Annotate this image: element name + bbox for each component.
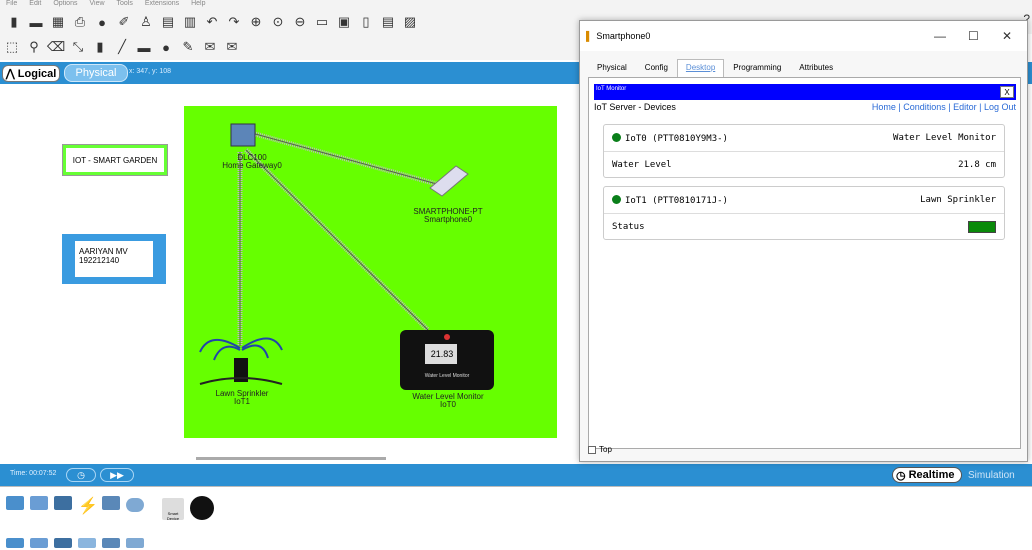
time-bar: [0, 464, 1032, 486]
device-name: IoT1 (PTT0810171J-): [625, 195, 728, 206]
iot-close-button[interactable]: X: [1000, 86, 1014, 98]
end-devices-icon[interactable]: [30, 496, 48, 510]
property-label: Status: [612, 221, 645, 232]
smartphone-icon: [429, 165, 469, 197]
palette-row2-icon-5[interactable]: [102, 538, 120, 548]
phone-label: SMARTPHONE-PT Smartphone0: [408, 208, 488, 224]
minimize-icon: —: [934, 29, 946, 43]
device-header-iot0[interactable]: IoT0 (PTT0810Y9M3-) Water Level Monitor: [604, 125, 1004, 151]
gateway-icon: [230, 123, 256, 147]
device-property-row: Water Level 21.8 cm: [604, 151, 1004, 177]
desktop-panel: IoT Monitor X IoT Server - Devices Home …: [588, 77, 1021, 449]
phone-name: Smartphone0: [423, 215, 473, 224]
time-readout: Time: 00:07:52: [10, 470, 57, 477]
fast-forward-button[interactable]: ▶▶: [100, 468, 134, 482]
smart-device-icon[interactable]: Smart Device: [162, 498, 184, 521]
phone-app-icon: ▌: [586, 31, 593, 41]
device-card-iot0: IoT0 (PTT0810Y9M3-) Water Level Monitor …: [603, 124, 1005, 178]
maximize-button[interactable]: ☐: [968, 29, 979, 43]
gateway-label: DLC100 Home Gateway0: [222, 154, 282, 170]
palette-row2-icon-2[interactable]: [30, 538, 48, 548]
tab-physical-dlg[interactable]: Physical: [588, 59, 636, 77]
smartphone-dialog: ▌ Smartphone0 — ☐ ✕ Physical Config Desk…: [579, 20, 1028, 462]
tab-attributes[interactable]: Attributes: [790, 59, 842, 77]
iot-monitor-title: IoT Monitor: [596, 86, 627, 92]
monitor-screen-label: Water Level Monitor: [424, 373, 470, 379]
misc-icon[interactable]: [102, 496, 120, 510]
iot-subheader: IoT Server - Devices Home | Conditions |…: [594, 102, 1016, 112]
connections-icon[interactable]: ⚡: [78, 496, 98, 515]
horizontal-scrollbar[interactable]: [196, 457, 386, 460]
iot-monitor-header: IoT Monitor X: [594, 84, 1016, 100]
top-checkbox-row[interactable]: Top: [588, 445, 612, 454]
smart-device-label: Smart Device: [166, 511, 180, 521]
components-icon[interactable]: [54, 496, 72, 510]
property-value: 21.8 cm: [958, 159, 996, 170]
tab-desktop[interactable]: Desktop: [676, 59, 725, 77]
realtime-button[interactable]: ◷ Realtime: [892, 467, 962, 483]
top-label: Top: [599, 445, 612, 454]
clock-icon: ◷: [77, 469, 85, 480]
tab-programming[interactable]: Programming: [724, 59, 790, 77]
iot-server-title: IoT Server - Devices: [594, 102, 676, 112]
device-circle-icon[interactable]: [190, 496, 214, 520]
sprinkler-status-indicator[interactable]: [968, 220, 996, 233]
palette-row2-icon-3[interactable]: [54, 538, 72, 548]
gateway-name: Home Gateway0: [222, 161, 282, 170]
close-button[interactable]: ✕: [1002, 29, 1012, 43]
device-header-iot1[interactable]: IoT1 (PTT0810171J-) Lawn Sprinkler: [604, 187, 1004, 213]
network-devices-icon[interactable]: [6, 496, 24, 510]
status-dot-icon: [612, 132, 621, 142]
dialog-tabs: Physical Config Desktop Programming Attr…: [588, 59, 842, 77]
device-palette: [0, 486, 1032, 550]
tab-config[interactable]: Config: [636, 59, 677, 77]
palette-row2-icon-4[interactable]: [78, 538, 96, 548]
property-label: Water Level: [612, 159, 672, 170]
top-checkbox[interactable]: [588, 445, 596, 454]
fast-forward-icon: ▶▶: [110, 469, 124, 480]
close-icon: ✕: [1002, 29, 1013, 43]
cloud-icon[interactable]: [126, 498, 144, 512]
iot-nav-links[interactable]: Home | Conditions | Editor | Log Out: [872, 102, 1016, 112]
monitor-screen-value: 21.83: [430, 349, 454, 359]
sprinkler-label: Lawn Sprinkler IoT1: [206, 390, 278, 406]
power-cycle-button[interactable]: ◷: [66, 468, 96, 482]
palette-row2-icon-6[interactable]: [126, 538, 144, 548]
minimize-button[interactable]: —: [934, 29, 946, 43]
sprinkler-icon: [199, 337, 283, 385]
water-level-monitor-icon: [400, 330, 494, 390]
sprinkler-name: IoT1: [233, 397, 250, 406]
dialog-titlebar[interactable]: ▌ Smartphone0: [580, 21, 1027, 51]
device-type: Water Level Monitor: [893, 133, 996, 143]
maximize-icon: ☐: [968, 29, 979, 43]
realtime-label: Realtime: [908, 469, 955, 481]
monitor-name: IoT0: [439, 400, 456, 409]
device-name: IoT0 (PTT0810Y9M3-): [625, 133, 728, 144]
simulation-button[interactable]: Simulation: [968, 470, 1015, 481]
dialog-title: Smartphone0: [596, 31, 651, 41]
realtime-icon: ◷: [896, 469, 906, 482]
monitor-label: Water Level Monitor IoT0: [400, 393, 496, 409]
status-dot-icon: [612, 194, 621, 204]
device-property-row: Status: [604, 213, 1004, 239]
device-card-iot1: IoT1 (PTT0810171J-) Lawn Sprinkler Statu…: [603, 186, 1005, 240]
palette-row2-icon-1[interactable]: [6, 538, 24, 548]
device-type: Lawn Sprinkler: [920, 195, 996, 205]
link-gateway-monitor-core: [245, 149, 429, 331]
